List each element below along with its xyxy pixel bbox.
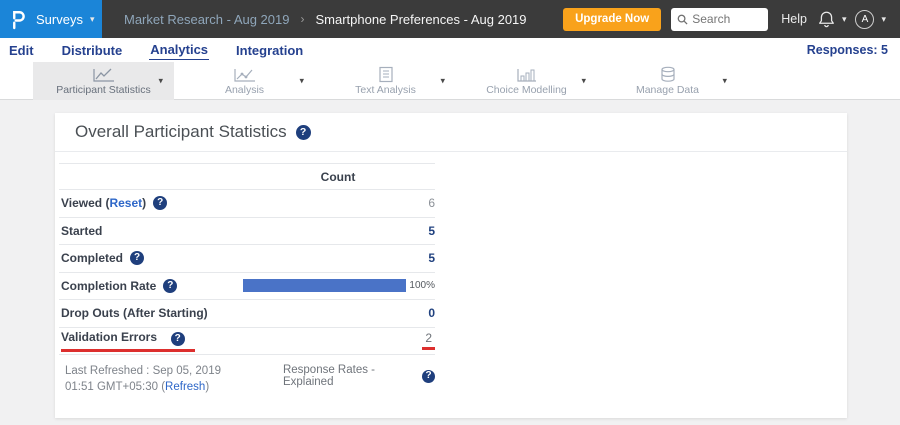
toolbar-item-choice-modelling[interactable]: Choice Modelling ▾ (456, 62, 597, 100)
row-label: Completion Rate (61, 279, 156, 293)
product-menu-label: Surveys (36, 12, 83, 27)
chevron-down-icon[interactable]: ▾ (581, 76, 586, 87)
table-row-completion-rate: Completion Rate ? 100% (59, 273, 435, 301)
chevron-down-icon: ▾ (881, 15, 886, 24)
analytics-toolbar: Participant Statistics ▾ Analysis ▾ Text… (0, 62, 900, 100)
account-menu[interactable]: A ▾ (855, 10, 886, 29)
toolbar-item-label: Manage Data (636, 84, 699, 96)
viewed-count: 6 (428, 196, 435, 210)
toolbar-item-participant-statistics[interactable]: Participant Statistics ▾ (33, 62, 174, 100)
chevron-down-icon[interactable]: ▾ (722, 76, 727, 87)
page-title: Overall Participant Statistics (75, 122, 287, 142)
reset-link[interactable]: Reset (109, 196, 142, 210)
count-column-header: Count (241, 170, 435, 184)
help-icon[interactable]: ? (153, 196, 167, 210)
bell-icon (818, 10, 835, 28)
toolbar-item-manage-data[interactable]: Manage Data ▾ (597, 62, 738, 100)
table-row-started: Started 5 (59, 218, 435, 246)
notifications-menu[interactable]: ▾ (818, 10, 847, 28)
completion-rate-value: 100% (409, 280, 435, 291)
responses-count[interactable]: Responses: 5 (807, 43, 888, 57)
response-rates-explained: Response Rates - Explained ? (283, 364, 435, 388)
validation-errors-label-annotated: Validation Errors ? (61, 330, 195, 352)
search-input[interactable] (692, 12, 762, 26)
row-label: Viewed ( (61, 196, 109, 210)
analysis-chart-icon (233, 67, 257, 83)
table-row-drop-outs: Drop Outs (After Starting) 0 (59, 300, 435, 328)
top-bar: Surveys ▾ Market Research - Aug 2019 › S… (0, 0, 900, 38)
started-count[interactable]: 5 (428, 224, 435, 238)
toolbar-item-label: Text Analysis (355, 84, 416, 96)
nav-item-edit[interactable]: Edit (8, 41, 35, 60)
avatar: A (855, 10, 874, 29)
chevron-down-icon[interactable]: ▾ (299, 76, 304, 87)
chevron-down-icon: ▾ (90, 15, 95, 24)
toolbar-item-label: Participant Statistics (56, 84, 151, 96)
card-header: Overall Participant Statistics ? (55, 113, 847, 152)
breadcrumb-parent[interactable]: Market Research - Aug 2019 (124, 12, 289, 27)
nav-item-analytics[interactable]: Analytics (149, 40, 209, 60)
drop-outs-count[interactable]: 0 (428, 306, 435, 320)
completion-rate-bar-fill (243, 279, 406, 292)
line-chart-icon (92, 67, 116, 83)
survey-nav: Edit Distribute Analytics Integration Re… (0, 38, 900, 62)
refresh-link[interactable]: Refresh (165, 381, 205, 393)
row-label: Drop Outs (After Starting) (61, 306, 208, 320)
nav-item-distribute[interactable]: Distribute (61, 41, 124, 60)
table-row-viewed: Viewed ( Reset ) ? 6 (59, 190, 435, 218)
questionpro-logo-icon (9, 8, 27, 30)
help-link[interactable]: Help (781, 12, 807, 26)
row-label-suffix: ) (142, 196, 146, 210)
chevron-down-icon: ▾ (842, 15, 847, 24)
search-box[interactable] (671, 8, 768, 31)
breadcrumb-separator-icon: › (300, 12, 304, 26)
breadcrumb-current: Smartphone Preferences - Aug 2019 (315, 12, 526, 27)
table-footer: Last Refreshed : Sep 05, 2019 01:51 GMT+… (65, 364, 435, 395)
help-icon[interactable]: ? (163, 279, 177, 293)
page-background: Overall Participant Statistics ? Count V… (0, 100, 900, 425)
database-icon (659, 66, 677, 83)
toolbar-item-label: Analysis (225, 84, 264, 96)
help-icon[interactable]: ? (171, 332, 185, 346)
breadcrumb: Market Research - Aug 2019 › Smartphone … (124, 12, 527, 27)
completed-count[interactable]: 5 (428, 251, 435, 265)
help-icon[interactable]: ? (422, 370, 435, 383)
table-row-validation-errors: Validation Errors ? 2 (59, 328, 435, 356)
help-icon[interactable]: ? (296, 125, 311, 140)
chevron-down-icon[interactable]: ▾ (440, 76, 445, 87)
row-label: Completed (61, 251, 123, 265)
toolbar-item-label: Choice Modelling (486, 84, 567, 96)
help-icon[interactable]: ? (130, 251, 144, 265)
nav-item-integration[interactable]: Integration (235, 41, 304, 60)
toolbar-item-text-analysis[interactable]: Text Analysis ▾ (315, 62, 456, 100)
last-refreshed-text: Last Refreshed : Sep 05, 2019 01:51 GMT+… (65, 364, 232, 395)
completion-rate-bar (243, 279, 406, 292)
toolbar-item-analysis[interactable]: Analysis ▾ (174, 62, 315, 100)
upgrade-now-button[interactable]: Upgrade Now (563, 8, 661, 31)
bar-chart-icon (515, 67, 539, 83)
chevron-down-icon[interactable]: ▾ (158, 76, 163, 87)
product-menu[interactable]: Surveys ▾ (0, 0, 102, 38)
text-document-icon (377, 66, 395, 83)
table-row-completed: Completed ? 5 (59, 245, 435, 273)
topbar-right-cluster: Upgrade Now Help ▾ A ▾ (563, 8, 900, 31)
validation-errors-count-annotated[interactable]: 2 (422, 331, 435, 350)
participant-statistics-card: Overall Participant Statistics ? Count V… (55, 113, 847, 418)
table-header-row: Count (59, 163, 435, 190)
row-label: Started (61, 224, 102, 238)
statistics-table: Count Viewed ( Reset ) ? 6 Started 5 Com… (59, 163, 435, 395)
search-icon (677, 14, 688, 25)
